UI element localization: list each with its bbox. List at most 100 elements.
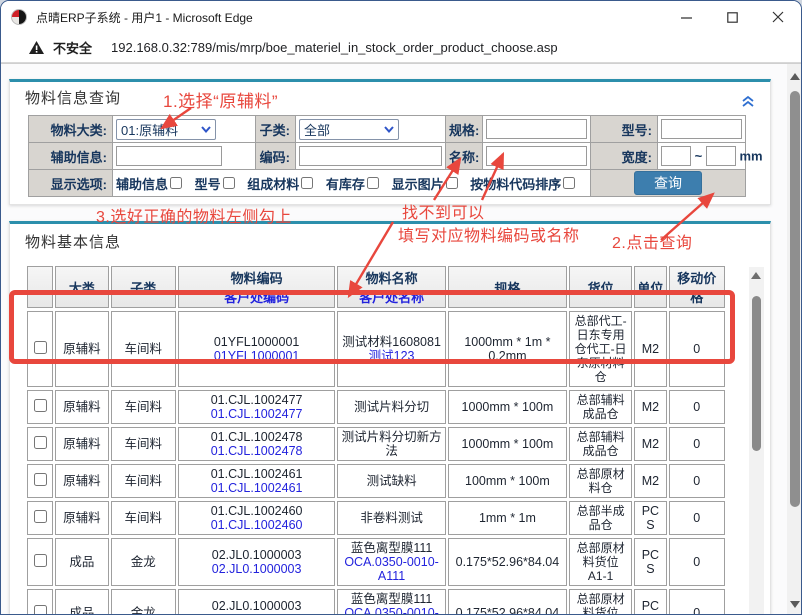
cell-spec: 1000mm * 100m <box>448 390 567 424</box>
column-label: 货位 <box>572 278 629 297</box>
query-form: 物料大类: 01:原辅料 子类: 全部 规格: <box>28 115 746 197</box>
cell-price: 0 <box>669 589 725 615</box>
title-bar: 点晴ERP子系统 - 用户1 - Microsoft Edge <box>1 1 801 33</box>
cell-spec: 0.175*52.96*84.04 <box>448 538 567 586</box>
row-select-checkbox[interactable] <box>34 399 47 412</box>
column-label: 子类 <box>114 278 173 297</box>
cell-spec: 1mm * 1m <box>448 501 567 535</box>
maximize-button[interactable] <box>709 1 755 33</box>
display-option: 型号 <box>195 174 235 193</box>
subcategory-select[interactable]: 全部 <box>299 119 399 140</box>
maximize-icon <box>727 12 738 23</box>
query-button[interactable]: 查询 <box>634 171 702 195</box>
row-select-checkbox[interactable] <box>34 605 47 615</box>
customer-code: 01.CJL.1002460 <box>182 518 331 532</box>
url-text: 192.168.0.32:789/mis/mrp/boe_materiel_in… <box>111 40 558 55</box>
width-min-input[interactable] <box>661 146 691 166</box>
display-option-checkbox[interactable] <box>301 177 313 189</box>
row-select-checkbox[interactable] <box>34 436 47 449</box>
materials-panel: 物料基本信息 大类 <box>9 221 771 615</box>
code-input[interactable] <box>299 146 442 166</box>
table-header-row: 大类 子类 物料编码 客户处编码 <box>27 266 725 308</box>
cell-subcategory: 金龙 <box>111 589 176 615</box>
cell-spec: 0.175*52.96*84.04 <box>448 589 567 615</box>
cell-name: 测试材料1608081 测试123 <box>337 311 446 387</box>
display-option: 按物料代码排序 <box>470 174 575 193</box>
column-label: 规格 <box>451 278 564 297</box>
cell-code: 01.CJL.1002477 01.CJL.1002477 <box>178 390 335 424</box>
customer-name: OCA.0350-0010-A111 <box>341 555 442 583</box>
scroll-up-arrow-icon[interactable] <box>751 272 761 279</box>
cell-unit: M2 <box>634 390 666 424</box>
cell-subcategory: 车间料 <box>111 464 176 498</box>
not-secure-warning-icon <box>29 41 44 54</box>
page-scrollbar[interactable] <box>787 64 802 615</box>
cell-code: 01.CJL.1002461 01.CJL.1002461 <box>178 464 335 498</box>
cell-spec: 1000mm * 100m <box>448 427 567 461</box>
model-input[interactable] <box>661 119 742 139</box>
spec-label: 规格: <box>446 116 483 143</box>
scrollbar-down-arrow-icon[interactable] <box>790 601 800 608</box>
column-sublabel: 客户处编码 <box>181 287 332 306</box>
table-row: 成品 金龙 02.JL0.1000003 02.JL0.1000003 蓝色离型… <box>27 589 725 615</box>
material-name: 测试片料分切新方法 <box>341 430 442 458</box>
cell-unit: M2 <box>634 464 666 498</box>
cell-name: 测试片料分切 <box>337 390 446 424</box>
column-header: 货位 <box>569 266 632 308</box>
query-panel-title: 物料信息查询 <box>25 87 755 108</box>
name-input[interactable] <box>486 146 587 166</box>
cell-price: 0 <box>669 427 725 461</box>
aux-info-input[interactable] <box>116 146 222 166</box>
display-option: 有库存 <box>326 174 379 193</box>
display-option-checkbox[interactable] <box>446 177 458 189</box>
cell-location: 总部原材料仓 <box>569 464 632 498</box>
collapse-panel-icon[interactable] <box>741 95 755 108</box>
scrollbar-up-arrow-icon[interactable] <box>790 73 800 80</box>
display-option-checkbox[interactable] <box>223 177 235 189</box>
table-row: 成品 金龙 02.JL0.1000003 02.JL0.1000003 蓝色离型… <box>27 538 725 586</box>
browser-window: 点晴ERP子系统 - 用户1 - Microsoft Edge 不安全 192.… <box>0 0 802 615</box>
table-scrollbar-thumb[interactable] <box>752 296 761 451</box>
cell-location: 总部辅料成品仓 <box>569 427 632 461</box>
column-header: 规格 <box>448 266 567 308</box>
table-row: 原辅料 车间料 01.CJL.1002461 01.CJL.1002461 测试… <box>27 464 725 498</box>
cell-code: 02.JL0.1000003 02.JL0.1000003 <box>178 538 335 586</box>
address-bar[interactable]: 不安全 192.168.0.32:789/mis/mrp/boe_materie… <box>1 33 801 63</box>
cell-unit: PCS <box>634 501 666 535</box>
display-option: 显示图片 <box>392 174 458 193</box>
material-name: 蓝色离型膜111 <box>341 541 442 555</box>
cell-price: 0 <box>669 464 725 498</box>
column-label: 大类 <box>58 278 105 297</box>
query-panel: 物料信息查询 物料大类: 01:原辅料 子类: <box>9 79 771 205</box>
table-row: 原辅料 车间料 01.CJL.1002477 01.CJL.1002477 测试… <box>27 390 725 424</box>
width-label: 宽度: <box>591 143 658 170</box>
window-title: 点晴ERP子系统 - 用户1 - Microsoft Edge <box>36 9 253 26</box>
minimize-icon <box>681 12 692 23</box>
display-option-checkbox[interactable] <box>563 177 575 189</box>
row-select-checkbox[interactable] <box>34 510 47 523</box>
width-max-input[interactable] <box>706 146 736 166</box>
cell-category: 原辅料 <box>55 311 108 387</box>
cell-location: 总部原材料货位 A1-1 <box>569 538 632 586</box>
material-category-select[interactable]: 01:原辅料 <box>116 119 216 140</box>
display-option-checkbox[interactable] <box>367 177 379 189</box>
table-scrollbar[interactable] <box>749 267 764 615</box>
row-select-checkbox[interactable] <box>34 473 47 486</box>
close-button[interactable] <box>755 1 801 33</box>
row-select-checkbox[interactable] <box>34 341 47 354</box>
material-code: 01YFL1000001 <box>182 335 331 349</box>
spec-input[interactable] <box>486 119 587 139</box>
material-name: 测试片料分切 <box>341 400 442 414</box>
display-option-checkbox[interactable] <box>170 177 182 189</box>
customer-code: 01.CJL.1002461 <box>182 481 331 495</box>
page-scrollbar-thumb[interactable] <box>790 91 800 507</box>
cell-price: 0 <box>669 390 725 424</box>
cell-price: 0 <box>669 311 725 387</box>
cell-code: 01.CJL.1002478 01.CJL.1002478 <box>178 427 335 461</box>
cell-category: 原辅料 <box>55 501 108 535</box>
model-label: 型号: <box>591 116 658 143</box>
minimize-button[interactable] <box>663 1 709 33</box>
cell-name: 蓝色离型膜111 OCA.0350-0010-A111 <box>337 538 446 586</box>
row-select-checkbox[interactable] <box>34 554 47 567</box>
table-body: 原辅料 车间料 01YFL1000001 01YFL1000001 测试材料16… <box>27 311 725 615</box>
